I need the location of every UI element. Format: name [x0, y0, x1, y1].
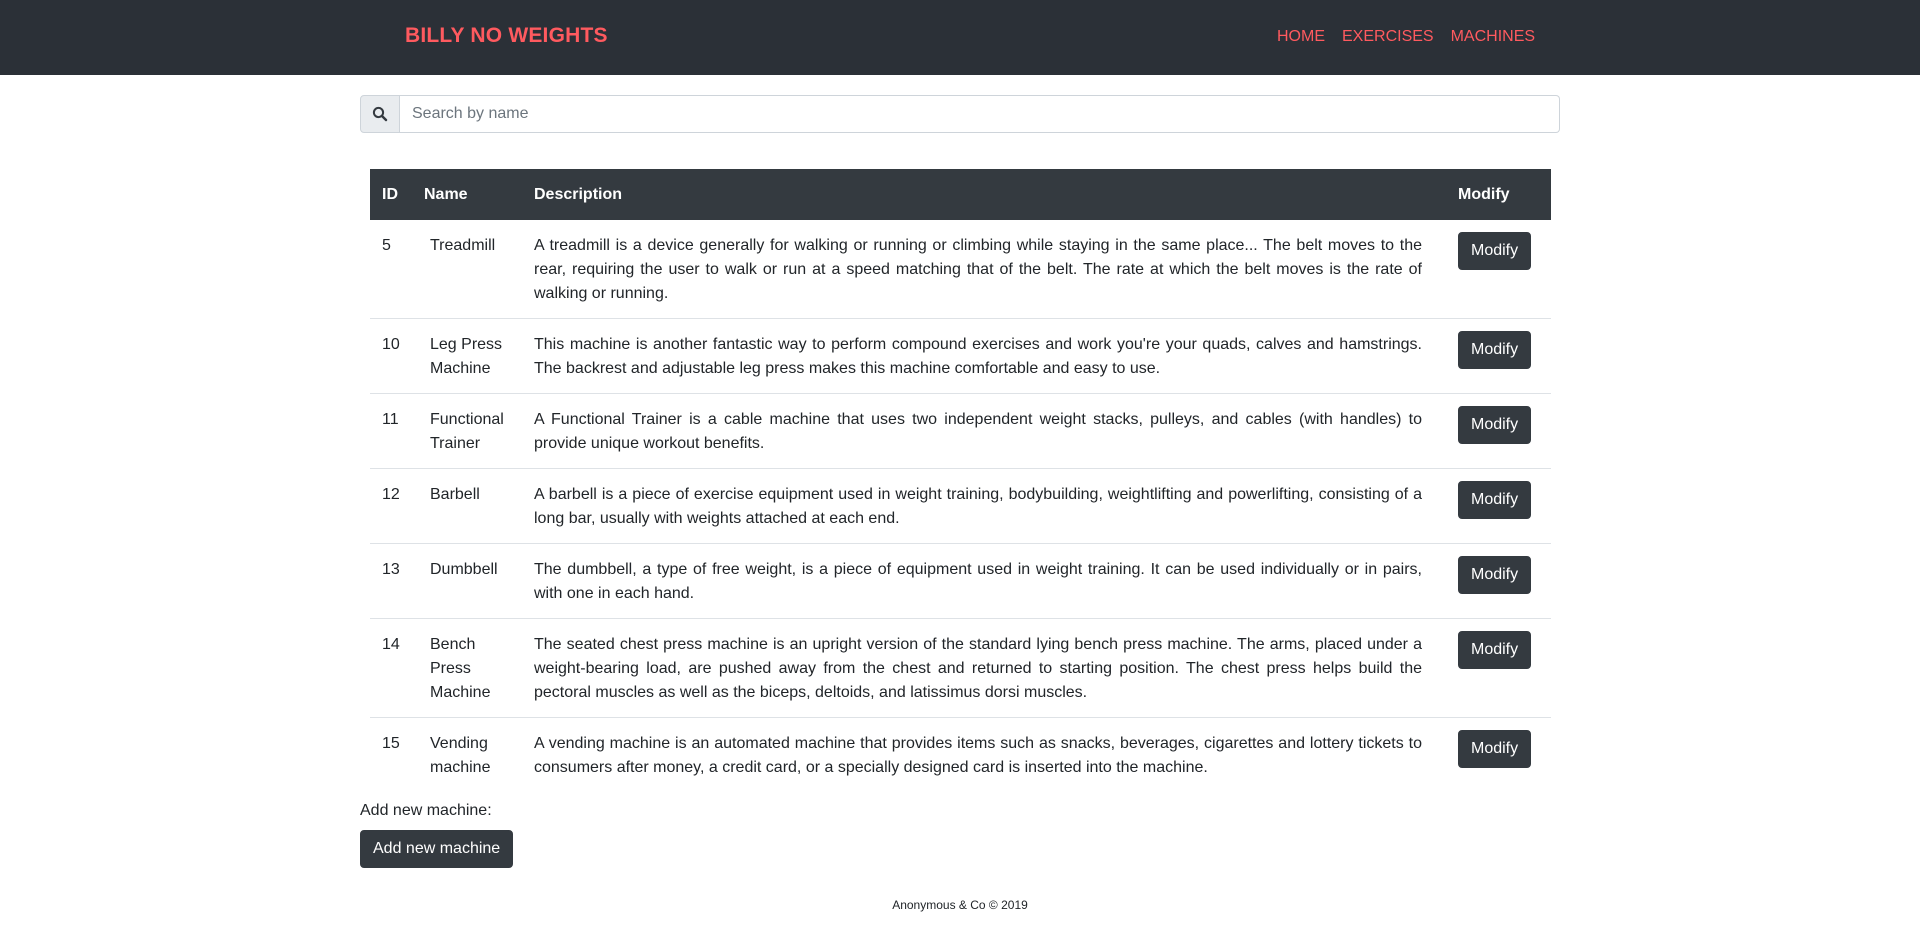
search-icon	[360, 95, 400, 133]
table-header-row: ID Name Description Modify	[370, 169, 1551, 220]
search-input[interactable]	[400, 95, 1560, 133]
row-id: 13	[370, 543, 412, 619]
modify-button[interactable]: Modify	[1458, 331, 1532, 369]
brand-logo[interactable]: BILLY NO WEIGHTS	[405, 24, 608, 48]
table-row: 11 Functional Trainer A Functional Train…	[370, 393, 1551, 469]
row-description: The dumbbell, a type of free weight, is …	[522, 543, 1446, 619]
table-row: 10 Leg Press Machine This machine is ano…	[370, 318, 1551, 394]
row-modify-cell: Modify	[1446, 468, 1551, 544]
nav-links: HOME EXERCISES MACHINES	[1277, 28, 1552, 46]
row-description: A Functional Trainer is a cable machine …	[522, 393, 1446, 469]
row-name: Vending machine	[412, 717, 522, 792]
row-description: A treadmill is a device generally for wa…	[534, 237, 1422, 302]
top-navbar: BILLY NO WEIGHTS HOME EXERCISES MACHINES	[0, 0, 1920, 75]
nav-link-machines[interactable]: MACHINES	[1451, 28, 1535, 46]
nav-link-home[interactable]: HOME	[1277, 28, 1325, 46]
row-id: 12	[370, 468, 412, 544]
row-modify-cell: Modify	[1446, 393, 1551, 469]
row-description: The seated chest press machine is an upr…	[522, 618, 1446, 718]
search-bar	[360, 95, 1560, 133]
row-modify-cell: Modify	[1446, 618, 1551, 718]
modify-button[interactable]: Modify	[1458, 631, 1532, 669]
modify-button[interactable]: Modify	[1458, 406, 1532, 444]
header-id: ID	[370, 169, 412, 220]
row-id: 14	[370, 618, 412, 718]
header-modify: Modify	[1446, 169, 1551, 220]
table-row: 12 Barbell A barbell is a piece of exerc…	[370, 468, 1551, 544]
row-modify-cell: Modify	[1446, 220, 1551, 319]
row-id: 5	[382, 237, 391, 254]
modify-button[interactable]: Modify	[1458, 481, 1532, 519]
row-id: 11	[370, 393, 412, 469]
row-name: Barbell	[412, 468, 522, 544]
table-row: 14 Bench Press Machine The seated chest …	[370, 618, 1551, 718]
row-modify-cell: Modify	[1446, 543, 1551, 619]
add-machine-button[interactable]: Add new machine	[360, 830, 514, 868]
row-description: A barbell is a piece of exercise equipme…	[522, 468, 1446, 544]
modify-button[interactable]: Modify	[1458, 556, 1532, 594]
modify-button[interactable]: Modify	[1458, 730, 1532, 768]
footer-copyright: Anonymous & Co © 2019	[892, 898, 1028, 912]
machines-table-container: ID Name Description Modify 5 Treadmill A…	[370, 169, 1551, 792]
nav-link-exercises[interactable]: EXERCISES	[1342, 28, 1434, 46]
row-name: Treadmill	[430, 237, 496, 254]
row-name: Functional Trainer	[412, 393, 522, 469]
row-modify-cell: Modify	[1446, 318, 1551, 394]
row-name: Bench Press Machine	[412, 618, 522, 718]
row-id: 10	[370, 318, 412, 394]
row-description: A vending machine is an automated machin…	[522, 717, 1446, 792]
add-machine-label: Add new machine:	[360, 802, 492, 819]
row-id: 15	[370, 717, 412, 792]
row-name: Dumbbell	[412, 543, 522, 619]
table-row: 5 Treadmill A treadmill is a device gene…	[370, 220, 1551, 319]
header-name: Name	[412, 169, 522, 220]
table-row: 15 Vending machine A vending machine is …	[370, 717, 1551, 792]
row-description: This machine is another fantastic way to…	[522, 318, 1446, 394]
machines-table: ID Name Description Modify 5 Treadmill A…	[370, 169, 1551, 792]
row-name: Leg Press Machine	[412, 318, 522, 394]
header-description: Description	[522, 169, 1446, 220]
modify-button[interactable]: Modify	[1458, 232, 1532, 270]
row-modify-cell: Modify	[1446, 717, 1551, 792]
table-row: 13 Dumbbell The dumbbell, a type of free…	[370, 543, 1551, 619]
